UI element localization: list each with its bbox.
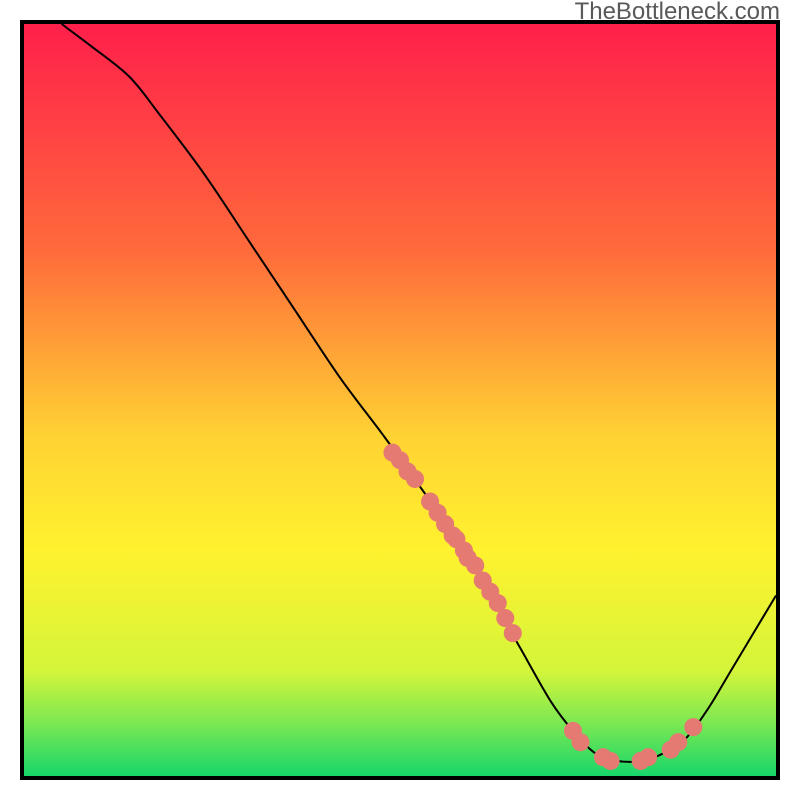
data-point <box>504 624 522 642</box>
data-point <box>602 752 620 770</box>
chart-background <box>24 24 776 776</box>
chart-frame <box>20 20 780 780</box>
data-point <box>571 733 589 751</box>
data-point <box>669 733 687 751</box>
data-point <box>684 718 702 736</box>
bottleneck-chart <box>24 24 776 776</box>
watermark-text: TheBottleneck.com <box>575 0 780 26</box>
data-point <box>639 748 657 766</box>
data-point <box>406 470 424 488</box>
